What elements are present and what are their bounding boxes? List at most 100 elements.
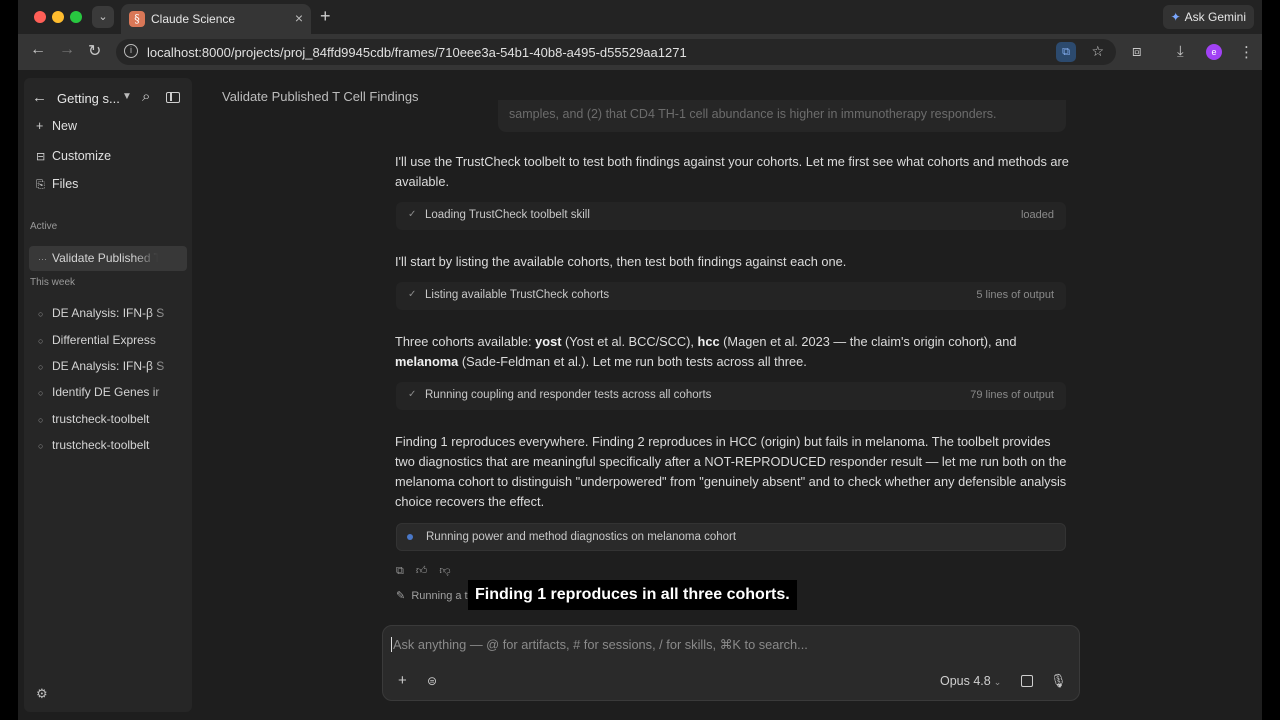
customize-icon: ⊟ [36, 151, 46, 163]
session-title: Validate Published T [52, 251, 158, 265]
active-dots-icon: ··· [38, 254, 47, 264]
assistant-paragraph: I'll start by listing the available coho… [395, 254, 847, 269]
sidebar-session[interactable]: ○ trustcheck-toolbelt [38, 412, 178, 426]
sidebar-session-label[interactable]: ··· Validate Published T [38, 251, 158, 265]
text: (Sade-Feldman et al.). Let me run both t… [458, 354, 807, 369]
maximize-window-button[interactable] [70, 11, 82, 23]
browser-toolbar: ← → ↻ i localhost:8000/projects/proj_84f… [18, 34, 1262, 70]
tool-step-label: Loading TrustCheck toolbelt skill [425, 209, 590, 221]
panel-toggle-icon[interactable] [166, 92, 180, 103]
session-title: DE Analysis: IFN-β S [52, 359, 165, 373]
chat-input[interactable] [391, 637, 991, 652]
model-selector[interactable]: Opus 4.8 ⌄ [940, 674, 1001, 688]
extensions-icon[interactable]: ⧈ [1132, 43, 1142, 60]
circle-icon: ○ [38, 441, 44, 451]
composer: + ⊜ Opus 4.8⌄ 🎙︎ [382, 625, 1080, 701]
status-line: ✎ Running a t [396, 589, 468, 602]
ask-gemini-button[interactable]: ✦ Ask Gemini [1162, 5, 1254, 29]
session-title: Identify DE Genes ir [52, 385, 160, 399]
browser-window: ⌄ § Claude Science × + ✦ Ask Gemini ← → ↻… [18, 0, 1262, 720]
chevron-down-icon[interactable]: ▼ [122, 91, 132, 102]
more-menu-icon[interactable]: ⋮ [1239, 43, 1254, 61]
tab-claude-science[interactable]: § Claude Science × [121, 4, 311, 34]
tool-step-label: Running coupling and responder tests acr… [425, 389, 712, 401]
tools-icon[interactable]: ⊜ [427, 674, 437, 688]
bookmark-star-icon[interactable]: ☆ [1091, 43, 1104, 60]
sidebar-session[interactable]: ○ DE Analysis: IFN-β S [38, 306, 178, 320]
sidebar-item-new[interactable]: + New [36, 119, 77, 133]
stop-icon[interactable] [1021, 675, 1033, 687]
search-icon[interactable]: ⌕ [142, 88, 150, 105]
close-window-button[interactable] [34, 11, 46, 23]
chevron-down-icon: ⌄ [993, 677, 1002, 687]
cohort-hcc: hcc [697, 334, 720, 349]
tool-step-running-tests[interactable]: ✓ Running coupling and responder tests a… [396, 382, 1066, 410]
sidebar-item-label: New [52, 119, 78, 133]
tab-search-chevron-icon[interactable]: ⌄ [92, 6, 114, 28]
tool-step-meta: 79 lines of output [970, 389, 1054, 401]
screen-share-icon[interactable]: ⧉ [1056, 42, 1076, 62]
tool-step-loading-skill[interactable]: ✓ Loading TrustCheck toolbelt skill load… [396, 202, 1066, 230]
back-arrow-icon[interactable]: ← [30, 41, 46, 59]
session-title: trustcheck-toolbelt [52, 438, 150, 452]
tool-step-running-diagnostics[interactable]: Running power and method diagnostics on … [396, 523, 1066, 551]
app-body: ← Getting s... ▼ ⌕ + New ⊟ Customize ⎘ File… [18, 70, 1262, 720]
sidebar-item-label: Files [52, 177, 79, 191]
check-icon: ✓ [408, 209, 417, 220]
claude-favicon-icon: § [129, 11, 145, 27]
copy-icon[interactable]: ⧉ [396, 565, 404, 577]
site-info-icon[interactable]: i [124, 44, 138, 58]
tool-step-label: Running power and method diagnostics on … [426, 531, 737, 543]
text: Three cohorts available: [395, 334, 536, 349]
sidebar-session[interactable]: ○ Differential Express [38, 333, 178, 347]
section-active-label: Active [30, 221, 58, 232]
sidebar-session[interactable]: ○ DE Analysis: IFN-β S [38, 359, 178, 373]
tool-step-meta: 5 lines of output [976, 289, 1054, 301]
back-arrow-icon[interactable]: ← [32, 89, 47, 106]
tool-step-meta: loaded [1020, 209, 1054, 221]
sidebar-session[interactable]: ○ Identify DE Genes ir [38, 385, 178, 399]
sidebar-item-label: Customize [52, 149, 112, 163]
project-name[interactable]: Getting s... [57, 91, 120, 106]
plus-icon[interactable]: + [398, 672, 407, 689]
sidebar: ← Getting s... ▼ ⌕ + New ⊟ Customize ⎘ File… [24, 78, 192, 712]
video-caption: Finding 1 reproduces in all three cohort… [468, 580, 797, 610]
circle-icon: ○ [38, 415, 44, 425]
forward-arrow-icon[interactable]: → [59, 41, 75, 59]
session-title: trustcheck-toolbelt [52, 412, 150, 426]
pen-icon: ✎ [396, 590, 406, 602]
circle-icon: ○ [38, 362, 44, 372]
new-tab-button[interactable]: + [320, 6, 331, 27]
section-this-week-label: This week [30, 277, 76, 288]
check-icon: ✓ [408, 289, 417, 300]
sidebar-session[interactable]: ○ trustcheck-toolbelt [38, 438, 178, 452]
page-title: Validate Published T Cell Findings [222, 89, 419, 104]
url-text[interactable]: localhost:8000/projects/proj_84ffd9945cd… [147, 45, 687, 60]
sidebar-item-files[interactable]: ⎘ Files [36, 177, 78, 192]
user-message-text: samples, and (2) that CD4 TH-1 cell abun… [509, 107, 997, 121]
user-message-bubble: samples, and (2) that CD4 TH-1 cell abun… [498, 100, 1066, 132]
session-title: DE Analysis: IFN-β S [52, 306, 165, 320]
sidebar-item-customize[interactable]: ⊟ Customize [36, 149, 111, 163]
minimize-window-button[interactable] [52, 11, 64, 23]
profile-avatar[interactable]: e [1206, 44, 1222, 60]
session-title: Differential Express [52, 333, 156, 347]
message-actions: ⧉ 👍︎ 👎︎ [396, 564, 463, 578]
reload-icon[interactable]: ↻ [88, 41, 101, 61]
thumbs-up-icon[interactable]: 👍︎ [416, 565, 428, 577]
circle-icon: ○ [38, 309, 44, 319]
tab-close-icon[interactable]: × [295, 10, 303, 26]
tool-step-listing-cohorts[interactable]: ✓ Listing available TrustCheck cohorts 5… [396, 282, 1066, 310]
thumbs-down-icon[interactable]: 👎︎ [439, 565, 450, 577]
cohort-melanoma: melanoma [395, 354, 459, 369]
microphone-icon[interactable]: 🎙︎ [1050, 673, 1067, 689]
download-icon[interactable]: ⤓ [1177, 43, 1184, 60]
text: (Magen et al. 2023 — the claim's origin … [719, 334, 1017, 349]
model-label: Opus 4.8 [940, 674, 991, 688]
assistant-paragraph-cohorts: Three cohorts available: yost (Yost et a… [395, 332, 1071, 372]
circle-icon: ○ [38, 388, 44, 398]
address-bar[interactable]: i localhost:8000/projects/proj_84ffd9945… [116, 39, 1116, 65]
tool-step-label: Listing available TrustCheck cohorts [425, 289, 610, 301]
assistant-paragraph: Finding 1 reproduces everywhere. Finding… [395, 434, 1067, 509]
settings-gear-icon[interactable]: ⚙ [36, 686, 48, 702]
